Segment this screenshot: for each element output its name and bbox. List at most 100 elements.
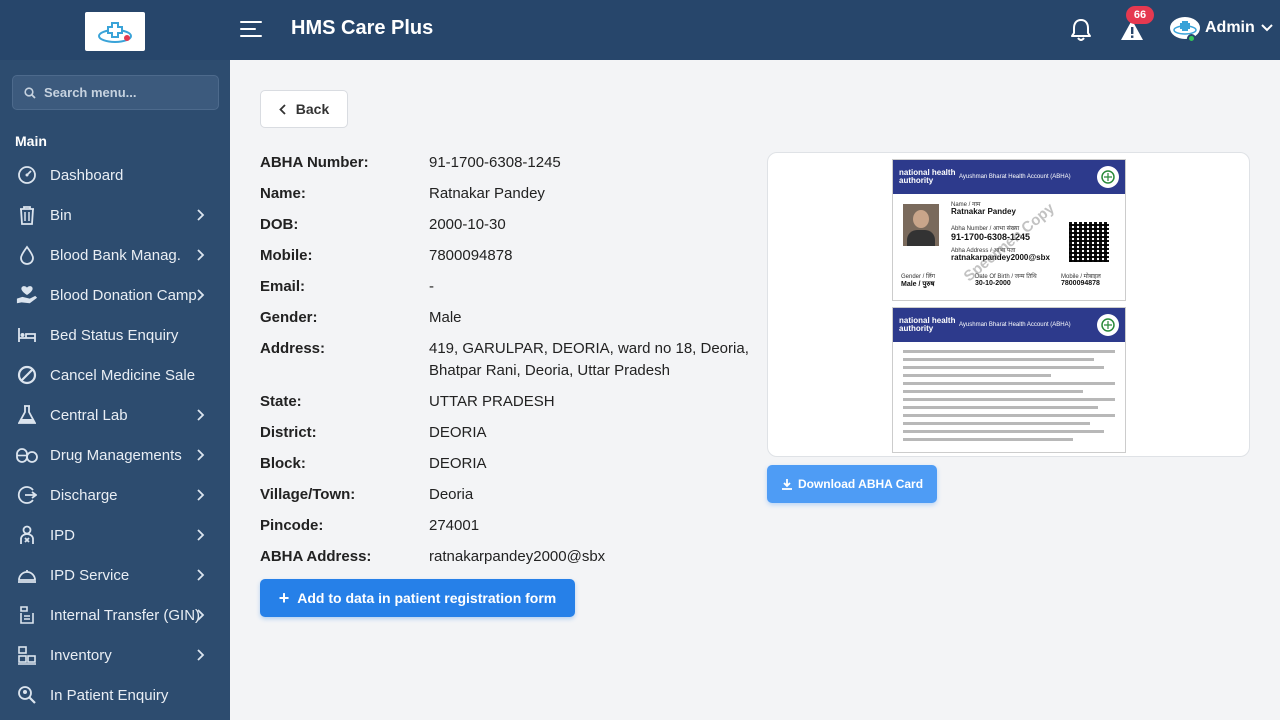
detail-value: 419, GARULPAR, DEORIA, ward no 18, Deori…	[429, 340, 749, 379]
sidebar-item-ipd-service[interactable]: IPD Service	[0, 555, 230, 595]
hamburger-line	[240, 28, 256, 30]
sidebar-item-dashboard[interactable]: Dashboard	[0, 155, 230, 195]
chevron-right-icon	[197, 489, 205, 501]
app-title: HMS Care Plus	[291, 17, 434, 39]
card-header: national health authority Ayushman Bhara…	[893, 308, 1125, 342]
detail-row: ABHA Address: ratnakarpandey2000@sbx	[260, 546, 750, 568]
detail-value: UTTAR PRADESH	[429, 393, 555, 410]
sidebar-item-bed-status-enquiry[interactable]: Bed Status Enquiry	[0, 315, 230, 355]
sidebar-item-central-lab[interactable]: Central Lab	[0, 395, 230, 435]
app-logo[interactable]	[85, 12, 145, 51]
sidebar-item-label: Discharge	[50, 486, 118, 504]
emblem-icon	[1097, 166, 1119, 188]
detail-row: DOB: 2000-10-30	[260, 214, 750, 236]
sidebar-item-internal-transfer[interactable]: Internal Transfer (GIN)	[0, 595, 230, 635]
detail-row: State: UTTAR PRADESH	[260, 391, 750, 413]
alert-count-badge: 66	[1126, 6, 1154, 24]
drug-icon	[16, 444, 38, 466]
sidebar-item-in-patient-enquiry[interactable]: In Patient Enquiry	[0, 675, 230, 715]
chevron-right-icon	[197, 649, 205, 661]
detail-key: ABHA Address:	[260, 548, 372, 565]
card-header-title: Ayushman Bharat Health Account (ABHA)	[959, 322, 1071, 328]
detail-key: DOB:	[260, 216, 299, 233]
detail-key: State:	[260, 393, 302, 410]
main-content: Back ABHA Number: 91-1700-6308-1245 Name:…	[230, 60, 1280, 720]
sidebar-item-blood-bank[interactable]: Blood Bank Manag.	[0, 235, 230, 275]
card-org-name: national health authority	[899, 316, 956, 333]
detail-key: ABHA Number:	[260, 154, 369, 171]
sidebar-item-label: IPD Service	[50, 566, 130, 584]
sidebar: Main Dashboard Bin Blood Bank Manag. Blo…	[0, 60, 230, 720]
sidebar-search[interactable]	[12, 75, 219, 110]
sidebar-item-label: Bin	[50, 206, 72, 224]
detail-row: Email: -	[260, 276, 750, 298]
abha-card-back: national health authority Ayushman Bhara…	[892, 307, 1126, 453]
download-abha-card-button[interactable]: Download ABHA Card	[767, 465, 937, 503]
abha-card-panel: national health authority Ayushman Bhara…	[767, 152, 1250, 457]
avatar	[1170, 17, 1200, 43]
chevron-right-icon	[197, 409, 205, 421]
sidebar-item-bin[interactable]: Bin	[0, 195, 230, 235]
card-org-name: national health authority	[899, 168, 956, 185]
card-gender-label: Gender / लिंग	[901, 274, 936, 280]
card-back-body	[893, 342, 1125, 452]
chevron-right-icon	[197, 529, 205, 541]
sidebar-item-ipd[interactable]: IPD	[0, 515, 230, 555]
search-icon	[24, 86, 36, 99]
detail-key: Pincode:	[260, 517, 324, 534]
detail-value: 7800094878	[429, 247, 513, 264]
detail-row: Mobile: 7800094878	[260, 245, 750, 267]
detail-value: Deoria	[429, 486, 474, 503]
hamburger-line	[240, 21, 262, 23]
chevron-right-icon	[197, 289, 205, 301]
chevron-right-icon	[197, 569, 205, 581]
back-button-label: Back	[295, 101, 330, 117]
logo-icon	[98, 21, 132, 43]
detail-value: ratnakarpandey2000@sbx	[429, 548, 606, 565]
detail-value: 91-1700-6308-1245	[429, 154, 561, 171]
detail-row: Village/Town: Deoria	[260, 484, 750, 506]
sidebar-item-label: IPD	[50, 526, 76, 544]
search-input[interactable]	[44, 85, 204, 100]
qr-code	[1069, 222, 1109, 262]
download-button-label: Download ABHA Card	[797, 477, 924, 491]
detail-value: 2000-10-30	[429, 216, 506, 233]
detail-key: Email:	[260, 278, 306, 295]
chevron-left-icon	[278, 103, 286, 115]
top-bar: HMS Care Plus 66 Admin	[0, 0, 1280, 60]
user-menu[interactable]: Admin	[1170, 17, 1273, 43]
detail-key: District:	[260, 424, 317, 441]
detail-row: Gender: Male	[260, 307, 750, 329]
emblem-icon	[1097, 314, 1119, 336]
add-to-registration-button[interactable]: + Add to data in patient registration fo…	[260, 579, 575, 617]
abha-card-front: national health authority Ayushman Bhara…	[892, 159, 1126, 301]
card-header-title: Ayushman Bharat Health Account (ABHA)	[959, 174, 1071, 180]
sidebar-item-drug-managements[interactable]: Drug Managements	[0, 435, 230, 475]
sidebar-item-label: Bed Status Enquiry	[50, 326, 179, 344]
sidebar-item-label: Blood Bank Manag.	[50, 246, 181, 264]
back-button[interactable]: Back	[260, 90, 348, 128]
card-dob: 30-10-2000	[975, 280, 1011, 287]
plus-icon: +	[278, 587, 290, 608]
patient-icon	[16, 524, 38, 546]
detail-key: Block:	[260, 455, 306, 472]
sidebar-item-cancel-medicine-sale[interactable]: Cancel Medicine Sale	[0, 355, 230, 395]
sidebar-item-blood-donation-camp[interactable]: Blood Donation Camp	[0, 275, 230, 315]
sidebar-item-label: In Patient Enquiry	[50, 686, 169, 704]
bed-icon	[16, 324, 38, 346]
sidebar-item-discharge[interactable]: Discharge	[0, 475, 230, 515]
detail-key: Name:	[260, 185, 306, 202]
discharge-icon	[16, 484, 38, 506]
detail-value: 274001	[429, 517, 480, 534]
hamburger-line	[240, 35, 262, 37]
sidebar-menu: Dashboard Bin Blood Bank Manag. Blood Do…	[0, 155, 230, 715]
sidebar-item-inventory[interactable]: Inventory	[0, 635, 230, 675]
bell-icon[interactable]	[1070, 18, 1092, 42]
menu-toggle-button[interactable]	[240, 21, 262, 39]
chevron-right-icon	[197, 609, 205, 621]
donation-hand-icon	[16, 284, 38, 306]
flask-icon	[16, 404, 38, 426]
detail-row: Name: Ratnakar Pandey	[260, 183, 750, 205]
sidebar-item-label: Drug Managements	[50, 446, 182, 464]
detail-row: Block: DEORIA	[260, 453, 750, 475]
